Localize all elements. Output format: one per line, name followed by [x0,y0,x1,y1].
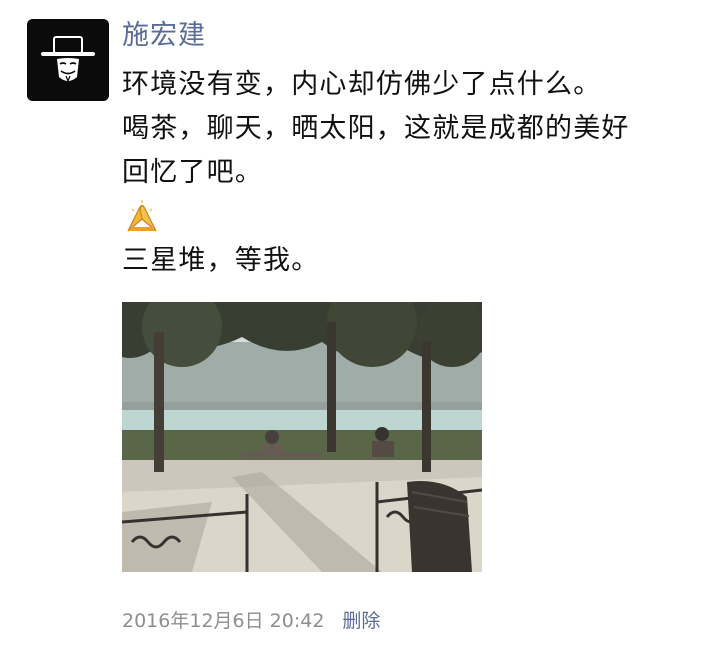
post-footer: 2016年12月6日 20:42 删除 [122,606,380,636]
author-name[interactable]: 施宏建 [122,16,206,56]
avatar[interactable] [27,19,109,101]
post-body: 环境没有变，内心却仿佛少了点什么。 喝茶，聊天，晒太阳，这就是成都的美好 回忆了… [122,63,702,283]
post-photo[interactable] [122,302,482,572]
post-timestamp: 2016年12月6日 20:42 [122,610,325,632]
delete-button[interactable]: 删除 [342,610,380,632]
masked-face-with-hat-icon [27,19,109,101]
post-text-line: 回忆了吧。 [122,157,263,188]
post-text-line: 三星堆，等我。 [122,245,320,276]
post-text-line: 环境没有变，内心却仿佛少了点什么。 [122,69,602,100]
praying-hands-emoji [122,195,702,239]
post-text-line: 喝茶，聊天，晒太阳，这就是成都的美好 [122,113,630,144]
